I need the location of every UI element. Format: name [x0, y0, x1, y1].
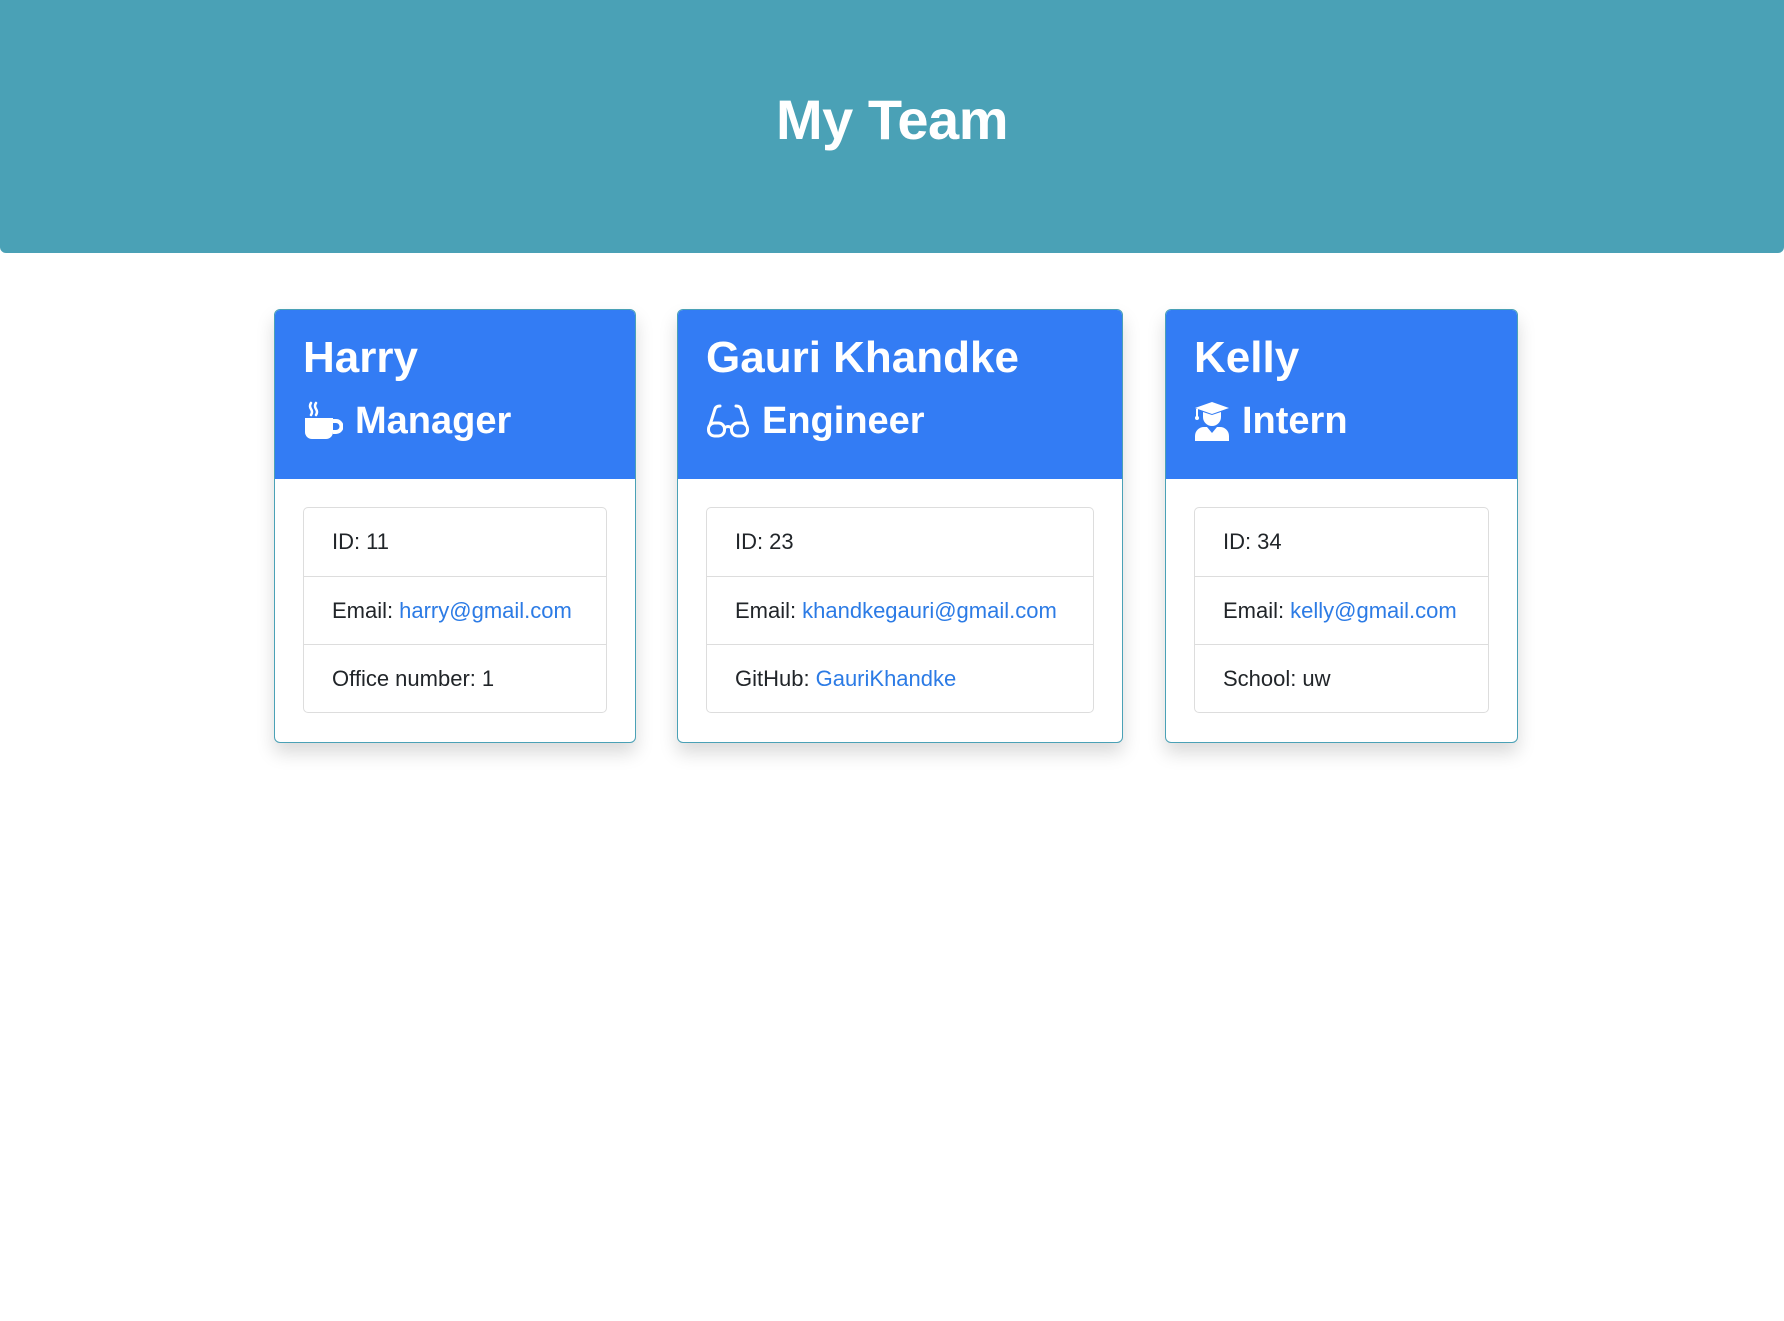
employee-card-manager: Harry Manager ID: 11 Email: harry@gmail.… [274, 309, 636, 743]
page-title: My Team [776, 88, 1008, 151]
role-label: Intern [1242, 400, 1348, 442]
employee-name: Harry [303, 333, 418, 382]
office-number-label: Office number: [332, 665, 476, 691]
card-header: Harry Manager [275, 310, 635, 479]
email-item: Email: khandkegauri@gmail.com [707, 576, 1093, 644]
employee-role: Manager [303, 396, 607, 446]
email-label: Email: [1223, 597, 1285, 623]
graduate-icon [1195, 402, 1229, 441]
id-value: 11 [366, 529, 389, 554]
id-item: ID: 34 [1195, 508, 1488, 576]
id-value: 23 [769, 529, 794, 554]
employee-card-intern: Kelly Intern ID: 34 Email: kelly@gmail.c… [1165, 309, 1518, 743]
github-item: GitHub: GauriKhandke [707, 644, 1093, 712]
school-value: uw [1302, 665, 1331, 691]
email-link[interactable]: kelly@gmail.com [1290, 598, 1457, 624]
card-body: ID: 34 Email: kelly@gmail.com School: uw [1166, 479, 1517, 713]
card-body: ID: 11 Email: harry@gmail.com Office num… [275, 479, 635, 713]
school-item: School: uw [1195, 644, 1488, 712]
email-link[interactable]: harry@gmail.com [399, 598, 572, 624]
github-label: GitHub: [735, 665, 810, 691]
id-label: ID: [332, 529, 361, 554]
header-banner: My Team [0, 0, 1784, 253]
employee-card-engineer: Gauri Khandke Engineer ID: 23 Email: kha… [677, 309, 1123, 743]
role-label: Manager [355, 400, 512, 442]
employee-name: Kelly [1194, 333, 1300, 382]
team-cards: Harry Manager ID: 11 Email: harry@gmail.… [0, 309, 1784, 743]
github-link[interactable]: GauriKhandke [816, 666, 957, 692]
details-list: ID: 11 Email: harry@gmail.com Office num… [303, 507, 607, 713]
role-label: Engineer [762, 400, 925, 442]
id-label: ID: [1223, 529, 1252, 554]
email-label: Email: [735, 597, 797, 623]
id-label: ID: [735, 529, 764, 554]
card-body: ID: 23 Email: khandkegauri@gmail.com Git… [678, 479, 1122, 713]
id-value: 34 [1257, 529, 1282, 554]
coffee-mug-icon [305, 401, 343, 439]
email-link[interactable]: khandkegauri@gmail.com [802, 598, 1057, 624]
email-label: Email: [332, 597, 394, 623]
details-list: ID: 34 Email: kelly@gmail.com School: uw [1194, 507, 1489, 713]
id-item: ID: 23 [707, 508, 1093, 576]
employee-role: Intern [1194, 396, 1489, 446]
details-list: ID: 23 Email: khandkegauri@gmail.com Git… [706, 507, 1094, 713]
employee-role: Engineer [706, 396, 1094, 446]
office-number-item: Office number: 1 [304, 644, 606, 712]
card-header: Kelly Intern [1166, 310, 1517, 479]
office-number-value: 1 [481, 665, 495, 691]
email-item: Email: harry@gmail.com [304, 576, 606, 644]
card-header: Gauri Khandke Engineer [678, 310, 1122, 479]
email-item: Email: kelly@gmail.com [1195, 576, 1488, 644]
school-label: School: [1223, 665, 1297, 691]
glasses-icon [707, 404, 749, 438]
id-item: ID: 11 [304, 508, 606, 576]
employee-name: Gauri Khandke [706, 333, 1019, 382]
